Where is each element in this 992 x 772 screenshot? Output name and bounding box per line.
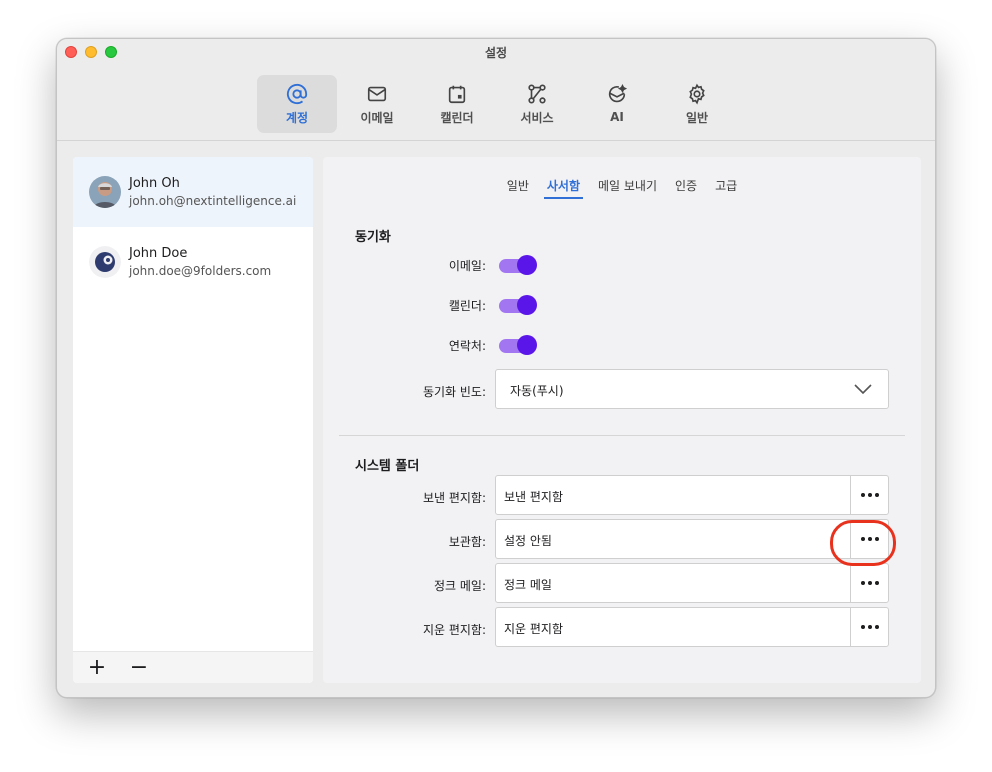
sent-folder-value: 보낸 편지함 xyxy=(504,490,564,504)
add-account-button[interactable]: + xyxy=(83,654,111,682)
settings-window: 설정 계정 이메일 캘린더 서비스 AI 일반 John Oh john.oh@… xyxy=(56,38,936,698)
subtab-bar: 일반 사서함 메일 보내기 인증 고급 xyxy=(323,177,921,199)
chevron-down-icon xyxy=(854,384,872,395)
tab-email[interactable]: 이메일 xyxy=(337,75,417,133)
avatar xyxy=(89,176,121,208)
services-icon xyxy=(526,83,548,105)
tab-label: 이메일 xyxy=(360,110,394,125)
trash-folder-value: 지운 편지함 xyxy=(504,622,564,636)
account-name: John Doe xyxy=(129,246,188,261)
tab-account[interactable]: 계정 xyxy=(257,75,337,133)
tab-calendar[interactable]: 캘린더 xyxy=(417,75,497,133)
more-icon xyxy=(860,625,879,629)
trash-folder-more-button[interactable] xyxy=(850,608,888,646)
toggle-knob xyxy=(517,295,537,315)
account-email: john.oh@nextintelligence.ai xyxy=(129,194,297,208)
ai-sparkle-icon xyxy=(606,84,628,106)
tab-label: 일반 xyxy=(685,110,709,125)
tab-label: 서비스 xyxy=(520,110,554,125)
account-item-john-oh[interactable]: John Oh john.oh@nextintelligence.ai xyxy=(73,157,313,227)
junk-folder-label: 정크 메일: xyxy=(433,579,486,593)
system-folders-section-title: 시스템 폴더 xyxy=(355,459,420,474)
tab-ai[interactable]: AI xyxy=(577,75,657,133)
avatar xyxy=(89,246,121,278)
tab-label: AI xyxy=(610,110,624,124)
toggle-knob xyxy=(517,255,537,275)
account-name: John Oh xyxy=(129,176,180,191)
calendar-sync-label: 캘린더: xyxy=(448,299,486,313)
subtab-general[interactable]: 일반 xyxy=(504,177,532,199)
contacts-sync-toggle[interactable] xyxy=(499,335,537,355)
at-icon xyxy=(286,83,308,105)
sidebar-footer: + − xyxy=(73,651,313,683)
subtab-send-mail[interactable]: 메일 보내기 xyxy=(595,177,660,199)
tab-general[interactable]: 일반 xyxy=(657,75,737,133)
email-sync-label: 이메일: xyxy=(448,259,486,273)
window-title: 설정 xyxy=(484,46,508,60)
calendar-icon xyxy=(446,83,468,105)
section-divider xyxy=(339,435,905,436)
toggle-knob xyxy=(517,335,537,355)
accounts-sidebar: John Oh john.oh@nextintelligence.ai John… xyxy=(73,157,313,683)
more-icon xyxy=(860,493,879,497)
tab-label: 계정 xyxy=(285,110,309,125)
more-icon xyxy=(860,581,879,585)
trash-folder-label: 지운 편지함: xyxy=(422,623,486,637)
contacts-sync-label: 연락처: xyxy=(448,339,486,353)
sent-folder-label: 보낸 편지함: xyxy=(422,491,486,505)
remove-account-button[interactable]: − xyxy=(125,654,153,682)
sync-section-title: 동기화 xyxy=(355,230,391,245)
junk-folder-more-button[interactable] xyxy=(850,564,888,602)
email-sync-toggle[interactable] xyxy=(499,255,537,275)
account-email: john.doe@9folders.com xyxy=(129,264,272,278)
junk-folder-field[interactable]: 정크 메일 xyxy=(495,563,889,603)
account-settings-panel: 일반 사서함 메일 보내기 인증 고급 동기화 이메일: 캘린더: 연락처: 동… xyxy=(323,157,921,683)
archive-folder-label: 보관함: xyxy=(448,535,486,549)
sync-frequency-value: 자동(푸시) xyxy=(510,384,564,398)
junk-folder-value: 정크 메일 xyxy=(504,578,552,592)
envelope-icon xyxy=(366,83,388,105)
calendar-sync-toggle[interactable] xyxy=(499,295,537,315)
sync-frequency-select[interactable]: 자동(푸시) xyxy=(495,369,889,409)
subtab-auth[interactable]: 인증 xyxy=(672,177,700,199)
sent-folder-field[interactable]: 보낸 편지함 xyxy=(495,475,889,515)
title-bar: 설정 xyxy=(57,39,935,65)
tab-services[interactable]: 서비스 xyxy=(497,75,577,133)
preferences-toolbar: 계정 이메일 캘린더 서비스 AI 일반 xyxy=(57,65,935,141)
subtab-mailbox[interactable]: 사서함 xyxy=(543,177,583,199)
sent-folder-more-button[interactable] xyxy=(850,476,888,514)
account-item-john-doe[interactable]: John Doe john.doe@9folders.com xyxy=(73,227,313,297)
archive-folder-value: 설정 안됨 xyxy=(504,534,552,548)
subtab-advanced[interactable]: 고급 xyxy=(712,177,740,199)
gear-icon xyxy=(686,83,708,105)
trash-folder-field[interactable]: 지운 편지함 xyxy=(495,607,889,647)
tab-label: 캘린더 xyxy=(440,110,474,125)
annotation-highlight-circle xyxy=(830,520,896,566)
sync-frequency-label: 동기화 빈도: xyxy=(422,385,486,399)
